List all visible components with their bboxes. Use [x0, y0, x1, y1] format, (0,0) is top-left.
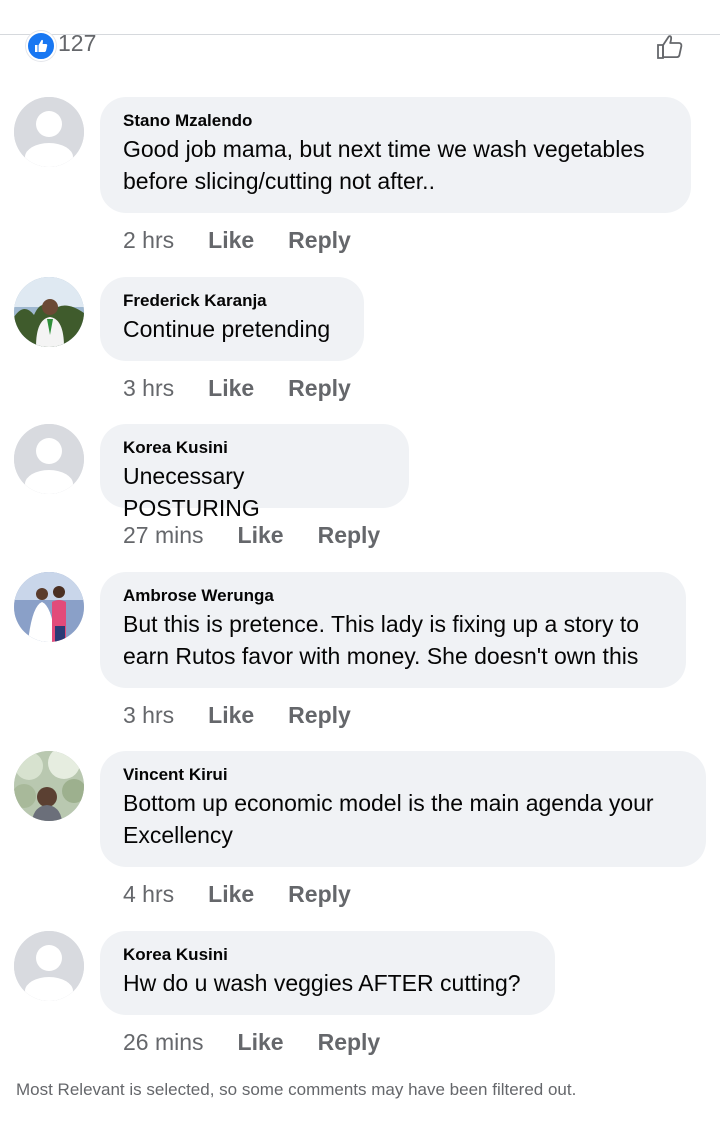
comment-actions: 26 mins Like Reply — [123, 1029, 414, 1055]
like-button[interactable]: Like — [208, 881, 254, 907]
comment-time[interactable]: 27 mins — [123, 522, 204, 548]
comment-author[interactable]: Stano Mzalendo — [123, 111, 667, 131]
default-avatar-icon[interactable] — [14, 931, 84, 1001]
comment-text: Good job mama, but next time we wash veg… — [123, 136, 645, 194]
default-avatar-icon[interactable] — [14, 97, 84, 167]
comment-actions: 3 hrs Like Reply — [123, 702, 385, 728]
comment-bubble[interactable]: Frederick Karanja Continue pretending — [100, 277, 364, 361]
reply-button[interactable]: Reply — [288, 702, 351, 728]
like-button[interactable]: Like — [238, 1029, 284, 1055]
filter-notice: Most Relevant is selected, so some comme… — [16, 1080, 577, 1099]
comment-actions: 2 hrs Like Reply — [123, 227, 385, 253]
comment-author[interactable]: Ambrose Werunga — [123, 586, 662, 606]
comment-bubble[interactable]: Ambrose Werunga But this is pretence. Th… — [100, 572, 686, 688]
comment-time[interactable]: 4 hrs — [123, 881, 174, 907]
comment-author[interactable]: Korea Kusini — [123, 438, 385, 458]
like-button[interactable]: Like — [208, 375, 254, 401]
comment-actions: 4 hrs Like Reply — [123, 881, 385, 907]
user-photo-avatar[interactable] — [14, 751, 84, 821]
comment-author[interactable]: Frederick Karanja — [123, 291, 340, 311]
comment-actions: 3 hrs Like Reply — [123, 375, 385, 401]
comment-text: Bottom up economic model is the main age… — [123, 790, 654, 848]
reaction-summary[interactable]: 127 — [0, 28, 720, 64]
reply-button[interactable]: Reply — [288, 227, 351, 253]
comment-time[interactable]: 3 hrs — [123, 375, 174, 401]
reply-button[interactable]: Reply — [288, 881, 351, 907]
comment-author[interactable]: Korea Kusini — [123, 945, 531, 965]
like-button[interactable]: Like — [238, 522, 284, 548]
user-photo-avatar[interactable] — [14, 572, 84, 642]
comment-actions: 27 mins Like Reply — [123, 522, 414, 548]
comment-text: But this is pretence. This lady is fixin… — [123, 611, 640, 669]
like-reaction-icon — [26, 31, 56, 61]
comment-time[interactable]: 3 hrs — [123, 702, 174, 728]
reply-button[interactable]: Reply — [288, 375, 351, 401]
comment-bubble[interactable]: Vincent Kirui Bottom up economic model i… — [100, 751, 706, 867]
comment-time[interactable]: 26 mins — [123, 1029, 204, 1055]
reply-button[interactable]: Reply — [318, 522, 381, 548]
comment-bubble[interactable]: Stano Mzalendo Good job mama, but next t… — [100, 97, 691, 213]
comment-time[interactable]: 2 hrs — [123, 227, 174, 253]
comment-bubble[interactable]: Korea Kusini Unecessary POSTURING — [100, 424, 409, 521]
user-photo-avatar[interactable] — [14, 277, 84, 347]
like-button[interactable]: Like — [208, 702, 254, 728]
like-outline-icon[interactable] — [655, 32, 685, 62]
reaction-count: 127 — [58, 30, 97, 56]
comment-text: Continue pretending — [123, 316, 331, 342]
default-avatar-icon[interactable] — [14, 424, 84, 494]
like-button[interactable]: Like — [208, 227, 254, 253]
reply-button[interactable]: Reply — [318, 1029, 381, 1055]
comment-text: Hw do u wash veggies AFTER cutting? — [123, 970, 521, 996]
comment-text: Unecessary POSTURING — [123, 463, 260, 521]
comment-author[interactable]: Vincent Kirui — [123, 765, 682, 785]
comment-bubble[interactable]: Korea Kusini Hw do u wash veggies AFTER … — [100, 931, 555, 1015]
